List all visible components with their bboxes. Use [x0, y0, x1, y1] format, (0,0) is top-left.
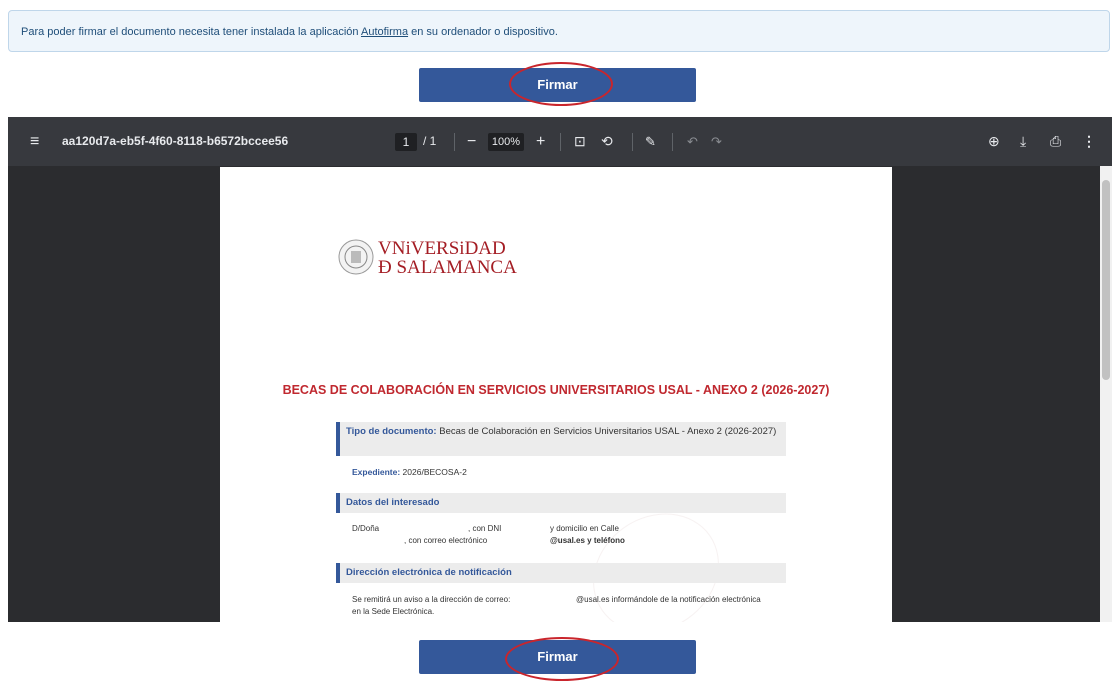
pdf-toolbar: ≡ aa120d7a-eb5f-4f60-8118-b6572bccee56 1… [8, 117, 1112, 166]
toolbar-divider [672, 133, 673, 151]
page-number-input[interactable]: 1 [395, 133, 417, 151]
seal-icon [338, 239, 374, 275]
datos-telefono: @usal.es y teléfono [550, 536, 625, 545]
datos-heading: Datos del interesado [346, 497, 440, 508]
pdf-page: VNiVERSiDAD Ð SALAMANCA BECAS DE COLABOR… [220, 167, 892, 622]
scrollbar[interactable] [1100, 166, 1112, 622]
zoom-input[interactable]: 100% [488, 133, 524, 151]
toolbar-divider [454, 133, 455, 151]
tipo-label: Tipo de documento: [346, 426, 437, 437]
pdf-viewer: ≡ aa120d7a-eb5f-4f60-8118-b6572bccee56 1… [8, 117, 1112, 622]
info-text-after: en su ordenador o dispositivo. [408, 26, 558, 38]
rotate-icon[interactable]: ⟲ [601, 117, 613, 166]
fit-page-icon[interactable]: ⊡ [574, 117, 586, 166]
autofirma-link[interactable]: Autofirma [361, 26, 408, 38]
tipo-value: Becas de Colaboración en Servicios Unive… [436, 426, 777, 437]
info-text-before: Para poder firmar el documento necesita … [21, 26, 361, 38]
undo-icon[interactable]: ↶ [687, 117, 698, 166]
expediente-value: 2026/BECOSA-2 [400, 467, 467, 477]
datos-dni: , con DNI [468, 524, 502, 533]
datos-label-dona: D/Doña [352, 524, 380, 533]
menu-icon[interactable]: ≡ [30, 117, 39, 166]
sign-button-bottom[interactable]: Firmar [419, 640, 696, 674]
logo-line-2: Ð SALAMANCA [378, 257, 517, 278]
direccion-line-1a: Se remitirá un aviso a la dirección de c… [352, 595, 511, 604]
download-icon[interactable]: ⤓ [1020, 117, 1026, 166]
document-title: BECAS DE COLABORACIÓN EN SERVICIOS UNIVE… [282, 383, 830, 397]
direccion-heading: Dirección electrónica de notificación [346, 567, 512, 578]
datos-section-heading: Datos del interesado [336, 493, 786, 513]
document-name: aa120d7a-eb5f-4f60-8118-b6572bccee56 [62, 134, 289, 148]
toolbar-divider [632, 133, 633, 151]
tipo-documento-section: Tipo de documento: Becas de Colaboración… [336, 422, 786, 456]
autofirma-info-banner: Para poder firmar el documento necesita … [8, 10, 1110, 52]
direccion-line-2: en la Sede Electrónica. [352, 607, 435, 616]
datos-correo: , con correo electrónico [404, 536, 488, 545]
annotate-icon[interactable]: ✎ [645, 117, 656, 166]
expediente-label: Expediente: [352, 467, 401, 477]
logo-line-1: VNiVERSiDAD [378, 238, 506, 259]
zoom-in-icon[interactable]: + [536, 117, 545, 166]
redo-icon[interactable]: ↷ [711, 117, 722, 166]
expediente-line: Expediente: 2026/BECOSA-2 [352, 467, 467, 477]
page-total: / 1 [423, 134, 437, 148]
add-annotation-icon[interactable]: ⊕ [988, 117, 1000, 166]
direccion-line-1b: @usal.es informándole de la notificación… [576, 595, 761, 604]
direccion-section-heading: Dirección electrónica de notificación [336, 563, 786, 583]
university-logo: VNiVERSiDAD Ð SALAMANCA [338, 233, 538, 287]
zoom-out-icon[interactable]: − [467, 117, 476, 166]
scrollbar-thumb[interactable] [1102, 180, 1110, 380]
datos-domicilio: y domicilio en Calle [550, 524, 619, 533]
more-icon[interactable]: ⋮ [1082, 117, 1096, 166]
sign-button-top[interactable]: Firmar [419, 68, 696, 102]
toolbar-divider [560, 133, 561, 151]
print-icon[interactable]: ⎙ [1050, 117, 1061, 166]
